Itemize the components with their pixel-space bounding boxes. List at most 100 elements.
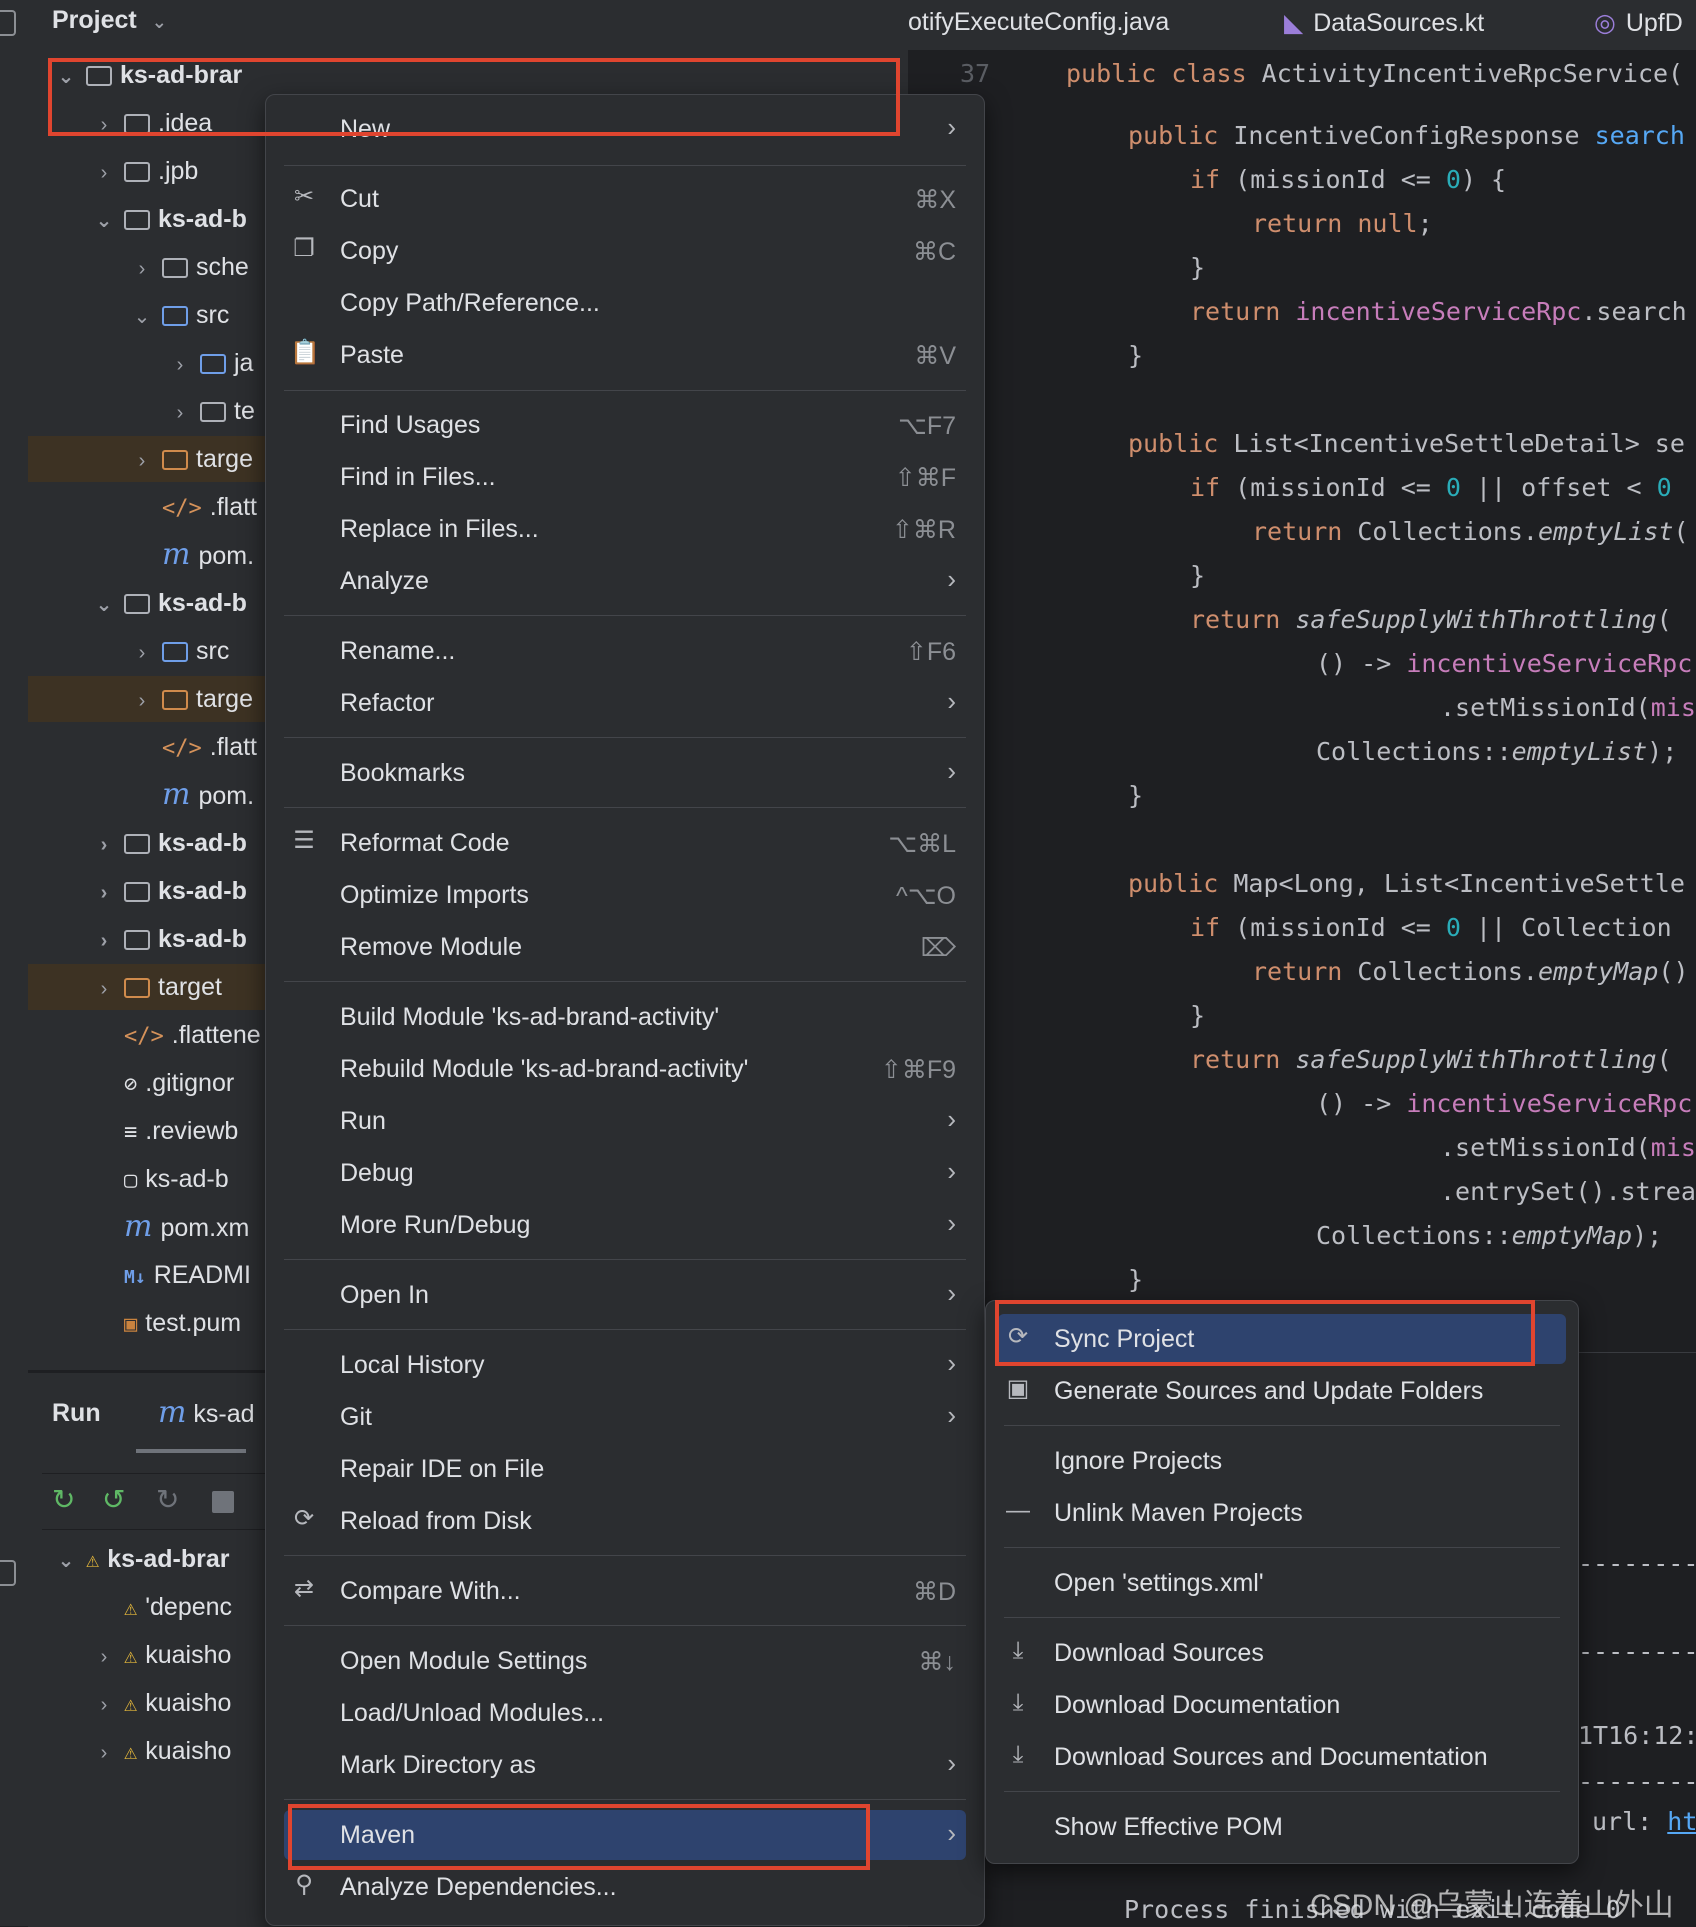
submenu-item-sync-project[interactable]: ⟳ Sync Project (998, 1314, 1566, 1364)
menu-item-reformat-code[interactable]: ☰ Reformat Code ⌥⌘L (284, 818, 966, 868)
menu-item-load-unload-modules[interactable]: Load/Unload Modules... (284, 1688, 966, 1738)
submenu-item-download-documentation[interactable]: ⤓ Download Documentation (998, 1680, 1566, 1730)
menu-item-copy[interactable]: ❐ Copy ⌘C (284, 226, 966, 276)
tree-node[interactable]: </> .flattene (28, 1012, 268, 1058)
run-tool-icon[interactable] (0, 1560, 16, 1586)
menu-item-run[interactable]: Run › (284, 1096, 966, 1146)
menu-item-replace-in-files[interactable]: Replace in Files... ⇧⌘R (284, 504, 966, 554)
menu-item-local-history[interactable]: Local History › (284, 1340, 966, 1390)
menu-item-open-in[interactable]: Open In › (284, 1270, 966, 1320)
rerun-auto-icon[interactable]: ↻ (156, 1483, 179, 1516)
tree-node[interactable]: ⌄ ks-ad-brar (28, 52, 268, 98)
run-tree-node[interactable]: › ⚠ kuaisho (28, 1728, 268, 1774)
tree-node[interactable]: m pom. (28, 772, 268, 818)
tree-node[interactable]: › ks-ad-b (28, 916, 268, 962)
menu-item-maven[interactable]: Maven › (284, 1810, 966, 1860)
menu-item-open-module-settings[interactable]: Open Module Settings ⌘↓ (284, 1636, 966, 1686)
menu-item-build-module[interactable]: Build Module 'ks-ad-brand-activity' (284, 992, 966, 1042)
menu-item-git[interactable]: Git › (284, 1392, 966, 1442)
run-tab[interactable]: Run (52, 1399, 101, 1428)
chevron-right-icon[interactable]: › (92, 102, 116, 148)
tree-node[interactable]: ⌄ ks-ad-b (28, 196, 268, 242)
menu-item-new[interactable]: New › (284, 104, 966, 154)
submenu-item-unlink-maven[interactable]: — Unlink Maven Projects (998, 1488, 1566, 1538)
tree-node[interactable]: › targe (28, 436, 268, 482)
tree-node[interactable]: › ks-ad-b (28, 868, 268, 914)
tree-node[interactable]: m pom.xm (28, 1204, 268, 1250)
chevron-right-icon[interactable]: › (92, 822, 116, 868)
chevron-right-icon[interactable]: › (92, 918, 116, 964)
menu-item-rename[interactable]: Rename... ⇧F6 (284, 626, 966, 676)
menu-item-cut[interactable]: ✂ Cut ⌘X (284, 174, 966, 224)
chevron-right-icon[interactable]: › (92, 1682, 116, 1728)
tree-node[interactable]: › sche (28, 244, 268, 290)
submenu-item-download-sources-and-docs[interactable]: ⤓ Download Sources and Documentation (998, 1732, 1566, 1782)
chevron-right-icon[interactable]: › (92, 150, 116, 196)
editor-tab[interactable]: ◎ UpfD (1594, 8, 1683, 38)
menu-item-analyze-dependencies[interactable]: ⚲ Analyze Dependencies... (284, 1862, 966, 1912)
project-panel-title[interactable]: Project ⌄ (52, 6, 167, 35)
menu-item-more-run-debug[interactable]: More Run/Debug › (284, 1200, 966, 1250)
tree-node[interactable]: ▣ test.pum (28, 1300, 268, 1346)
menu-item-debug[interactable]: Debug › (284, 1148, 966, 1198)
menu-item-compare-with[interactable]: ⇄ Compare With... ⌘D (284, 1566, 966, 1616)
chevron-right-icon[interactable]: › (168, 390, 192, 436)
submenu-item-open-settings-xml[interactable]: Open 'settings.xml' (998, 1558, 1566, 1608)
tree-node[interactable]: › te (28, 388, 268, 434)
chevron-down-icon[interactable]: ⌄ (92, 198, 116, 244)
menu-item-mark-directory[interactable]: Mark Directory as › (284, 1740, 966, 1790)
tree-node[interactable]: ⌄ ks-ad-b (28, 580, 268, 626)
chevron-right-icon[interactable]: › (130, 246, 154, 292)
tree-node[interactable]: › .jpb (28, 148, 268, 194)
menu-item-find-usages[interactable]: Find Usages ⌥F7 (284, 400, 966, 450)
tree-node[interactable]: › ja (28, 340, 268, 386)
rerun-icon[interactable]: ↻ (52, 1483, 75, 1516)
tree-node[interactable]: M↓ READMI (28, 1252, 268, 1298)
menu-item-repair-ide[interactable]: Repair IDE on File (284, 1444, 966, 1494)
submenu-item-download-sources[interactable]: ⤓ Download Sources (998, 1628, 1566, 1678)
submenu-item-generate-sources[interactable]: ▣ Generate Sources and Update Folders (998, 1366, 1566, 1416)
menu-item-analyze[interactable]: Analyze › (284, 556, 966, 606)
tree-node[interactable]: › ks-ad-b (28, 820, 268, 866)
menu-item-remove-module[interactable]: Remove Module ⌦ (284, 922, 966, 972)
submenu-item-show-effective-pom[interactable]: Show Effective POM (998, 1802, 1566, 1852)
tree-node[interactable]: </> .flatt (28, 484, 268, 530)
tree-node[interactable]: ▢ ks-ad-b (28, 1156, 268, 1202)
menu-item-find-in-files[interactable]: Find in Files... ⇧⌘F (284, 452, 966, 502)
chevron-down-icon[interactable]: ⌄ (54, 1538, 78, 1584)
tree-node[interactable]: › .idea (28, 100, 268, 146)
editor-tab[interactable]: otifyExecuteConfig.java (908, 8, 1169, 37)
chevron-right-icon[interactable]: › (92, 966, 116, 1012)
tree-node[interactable]: ⊘ .gitignor (28, 1060, 268, 1106)
run-tree-node[interactable]: › ⚠ kuaisho (28, 1680, 268, 1726)
tree-node[interactable]: ⌄ src (28, 292, 268, 338)
run-config-tab[interactable]: m ks-ad (158, 1395, 255, 1430)
code-editor[interactable]: 37 public class ActivityIncentiveRpcServ… (908, 51, 1696, 1351)
menu-item-optimize-imports[interactable]: Optimize Imports ^⌥O (284, 870, 966, 920)
chevron-right-icon[interactable]: › (92, 1634, 116, 1680)
tree-node[interactable]: › src (28, 628, 268, 674)
tree-node[interactable]: ≡ .reviewb (28, 1108, 268, 1154)
chevron-down-icon[interactable]: ⌄ (130, 294, 154, 340)
chevron-right-icon[interactable]: › (92, 1730, 116, 1776)
chevron-down-icon[interactable]: ⌄ (54, 54, 78, 100)
menu-item-rebuild-module[interactable]: Rebuild Module 'ks-ad-brand-activity' ⇧⌘F… (284, 1044, 966, 1094)
tree-node[interactable]: › target (28, 964, 268, 1010)
stop-icon[interactable] (212, 1491, 234, 1513)
run-tree-node[interactable]: ⌄ ⚠ ks-ad-brar (28, 1536, 268, 1582)
chevron-right-icon[interactable]: › (130, 438, 154, 484)
menu-item-copy-path[interactable]: Copy Path/Reference... (284, 278, 966, 328)
chevron-down-icon[interactable]: ⌄ (92, 582, 116, 628)
rerun-failed-icon[interactable]: ↺ (102, 1483, 125, 1516)
project-tool-icon[interactable] (0, 10, 16, 36)
run-tree-node[interactable]: ⚠ 'depenc (28, 1584, 268, 1630)
menu-item-reload-from-disk[interactable]: ⟳ Reload from Disk (284, 1496, 966, 1546)
editor-tab[interactable]: ◣ DataSources.kt (1284, 8, 1484, 38)
menu-item-paste[interactable]: 📋 Paste ⌘V (284, 330, 966, 380)
tree-node[interactable]: m pom. (28, 532, 268, 578)
chevron-right-icon[interactable]: › (92, 870, 116, 916)
tree-node[interactable]: </> .flatt (28, 724, 268, 770)
run-tree-node[interactable]: › ⚠ kuaisho (28, 1632, 268, 1678)
menu-item-refactor[interactable]: Refactor › (284, 678, 966, 728)
console-link[interactable]: ht (1667, 1807, 1696, 1836)
